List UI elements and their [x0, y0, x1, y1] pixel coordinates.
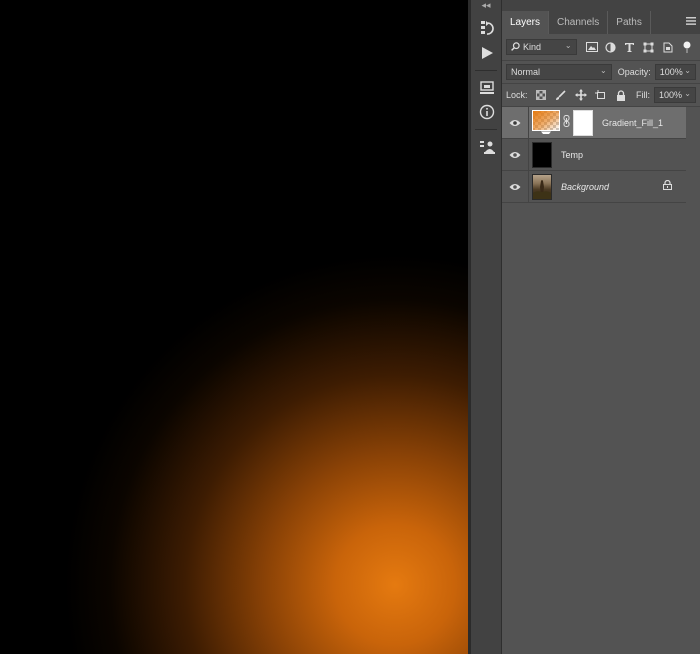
opacity-field[interactable]: 100% ⌄ — [654, 64, 696, 80]
layer-name[interactable]: Gradient_Fill_1 — [602, 118, 663, 128]
collapsed-panel-strip: ◂◂ — [471, 0, 502, 654]
layer-name[interactable]: Background — [561, 182, 609, 192]
play-icon[interactable] — [471, 41, 502, 65]
chevron-down-icon: ⌄ — [600, 66, 607, 75]
lock-transparent-pixels-icon[interactable] — [531, 87, 551, 103]
fill-label: Fill: — [636, 90, 650, 100]
tab-layers[interactable]: Layers — [502, 11, 550, 34]
panel-menu-icon[interactable] — [686, 16, 696, 28]
lock-label: Lock: — [506, 90, 528, 100]
panel-grip[interactable] — [502, 0, 700, 10]
history-brush-icon[interactable] — [471, 17, 502, 41]
blend-mode-select[interactable]: Normal ⌄ — [506, 64, 612, 80]
tab-channels[interactable]: Channels — [549, 11, 609, 34]
fill-field[interactable]: 100% ⌄ — [654, 87, 696, 103]
filter-type-icon[interactable] — [620, 39, 639, 55]
toolstrip-separator — [475, 129, 497, 130]
layer-row-background[interactable]: Background — [502, 170, 686, 203]
filter-pixel-icon[interactable] — [582, 39, 601, 55]
search-icon — [511, 41, 520, 53]
separator — [528, 170, 529, 203]
filter-toggle-icon[interactable] — [677, 39, 696, 55]
chevron-down-icon: ⌄ — [684, 66, 691, 75]
properties-icon[interactable] — [471, 76, 502, 100]
layer-name[interactable]: Temp — [561, 150, 583, 160]
lock-position-icon[interactable] — [571, 87, 591, 103]
separator — [528, 138, 529, 171]
filter-kind-select[interactable]: Kind ⌄ — [506, 39, 577, 55]
toolstrip-separator — [475, 70, 497, 71]
gradient-fill-thumbnail[interactable] — [532, 109, 560, 136]
lock-artboard-icon[interactable] — [591, 87, 611, 103]
lock-icon[interactable] — [663, 179, 672, 193]
visibility-eye-icon[interactable] — [502, 151, 528, 159]
opacity-label: Opacity: — [617, 67, 651, 77]
filter-adjustment-icon[interactable] — [601, 39, 620, 55]
chevron-down-icon: ⌄ — [684, 89, 691, 98]
info-icon[interactable] — [471, 100, 502, 124]
blend-mode-value: Normal — [511, 67, 541, 77]
lock-image-pixels-icon[interactable] — [551, 87, 571, 103]
visibility-eye-icon[interactable] — [502, 183, 528, 191]
document-canvas[interactable] — [0, 0, 468, 654]
background-photo-thumbnail[interactable] — [532, 173, 552, 200]
layer-list: Gradient_Fill_1 Temp Background — [502, 106, 686, 203]
lock-row: Lock: Fill: 100% ⌄ — [502, 84, 700, 106]
layer-row-gradient-fill[interactable]: Gradient_Fill_1 — [502, 106, 686, 139]
filter-shape-icon[interactable] — [639, 39, 658, 55]
filter-smart-object-icon[interactable] — [658, 39, 677, 55]
fill-value: 100% — [659, 90, 683, 100]
layer-mask-thumbnail[interactable] — [573, 109, 593, 136]
layer-comps-icon[interactable] — [471, 135, 502, 159]
collapse-panels-icon[interactable]: ◂◂ — [471, 0, 501, 10]
link-icon[interactable] — [563, 115, 570, 130]
layer-thumbnail[interactable] — [532, 141, 552, 168]
panel-tabs: Layers Channels Paths — [502, 10, 700, 34]
layer-row-temp[interactable]: Temp — [502, 138, 686, 171]
filter-kind-label: Kind — [523, 42, 542, 52]
blend-row: Normal ⌄ Opacity: 100% ⌄ — [502, 61, 700, 83]
chevron-down-icon: ⌄ — [564, 41, 572, 50]
opacity-value: 100% — [659, 67, 683, 77]
tab-paths[interactable]: Paths — [608, 11, 651, 34]
lock-all-icon[interactable] — [611, 87, 631, 103]
visibility-eye-icon[interactable] — [502, 119, 528, 127]
filter-row: Kind ⌄ — [502, 34, 700, 60]
layers-panel: Layers Channels Paths Kind ⌄ Normal ⌄ Op… — [502, 0, 700, 654]
separator — [528, 106, 529, 139]
